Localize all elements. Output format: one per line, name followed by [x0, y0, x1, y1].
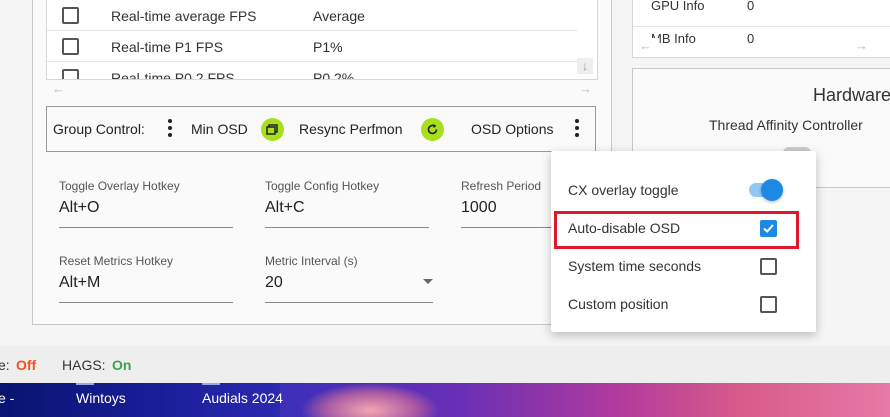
group-control-bar: Group Control: Min OSD Resync Perfmon OS… — [46, 106, 596, 152]
field-label: Toggle Overlay Hotkey — [59, 179, 180, 193]
list-item[interactable]: Real-time P1 FPS P1% — [47, 31, 577, 62]
horizontal-scrollbar[interactable]: ← → — [46, 80, 598, 98]
metric-checkbox[interactable] — [62, 69, 79, 79]
field-value[interactable]: Alt+C — [265, 199, 429, 217]
metric-name: Real-time P0.2 FPS — [111, 70, 235, 80]
resync-button[interactable] — [421, 118, 444, 141]
metric-aggregation: P0.2% — [313, 70, 355, 80]
refresh-icon — [427, 124, 438, 135]
osd-settings-panel: Real-time average FPS Average Real-time … — [32, 0, 612, 325]
mb-info-value: 0 — [747, 31, 755, 46]
min-osd-icon — [266, 124, 278, 135]
osd-options-menu-icon[interactable] — [574, 119, 580, 139]
highlight-box — [554, 211, 799, 249]
metric-name: Real-time average FPS — [111, 8, 257, 24]
metric-aggregation: Average — [313, 8, 365, 24]
field-label: Refresh Period — [461, 179, 542, 193]
gpu-info-value: 0 — [747, 0, 755, 13]
taskbar-item-1[interactable]: e - — [0, 390, 14, 406]
menu-item-label: Custom position — [568, 296, 669, 312]
scroll-right-icon[interactable]: → — [855, 38, 885, 53]
field-label: Reset Metrics Hotkey — [59, 254, 174, 268]
refresh-period-field[interactable]: Refresh Period 1000 — [461, 179, 551, 228]
metrics-list: Real-time average FPS Average Real-time … — [46, 0, 598, 80]
hardware-title: Hardware — [813, 85, 890, 105]
menu-item-label: System time seconds — [568, 258, 702, 274]
min-osd-label: Min OSD — [191, 121, 248, 137]
scroll-down-icon[interactable]: ↓ — [577, 58, 593, 74]
field-value[interactable]: Alt+M — [59, 274, 233, 292]
taskbar-item-wintoys[interactable]: Wintoys — [76, 390, 126, 406]
group-control-label: Group Control: — [53, 121, 145, 137]
metric-checkbox[interactable] — [62, 38, 79, 55]
hags-value: On — [112, 357, 132, 373]
metric-interval-select[interactable]: Metric Interval (s) 20 — [265, 254, 433, 303]
taskbar: e - Wintoys Audials 2024 — [0, 383, 890, 417]
scroll-left-icon[interactable]: ← — [52, 81, 65, 96]
resync-label: Resync Perfmon — [299, 121, 403, 137]
reset-metrics-hotkey-field[interactable]: Reset Metrics Hotkey Alt+M — [59, 254, 233, 303]
hags-label: HAGS: — [62, 357, 106, 373]
metric-checkbox[interactable] — [62, 7, 79, 24]
cx-overlay-toggle-knob[interactable] — [761, 179, 783, 201]
custom-position-checkbox[interactable] — [760, 296, 777, 313]
app-window: Real-time average FPS Average Real-time … — [0, 0, 890, 383]
system-time-seconds-checkbox[interactable] — [760, 258, 777, 275]
menu-item-label: CX overlay toggle — [568, 182, 679, 198]
list-item[interactable]: Real-time P0.2 FPS P0.2% — [47, 62, 577, 80]
metric-aggregation: P1% — [313, 39, 343, 55]
status-bar: e: Off HAGS: On — [0, 346, 890, 383]
thread-affinity-label: Thread Affinity Controller — [709, 117, 863, 133]
field-label: Metric Interval (s) — [265, 254, 358, 268]
status-prefix-label: e: — [0, 357, 10, 373]
field-label: Toggle Config Hotkey — [265, 179, 380, 193]
osd-options-menu: CX overlay toggle Auto-disable OSD Syste… — [551, 151, 816, 332]
toggle-overlay-hotkey-field[interactable]: Toggle Overlay Hotkey Alt+O — [59, 179, 233, 228]
status-prefix-value: Off — [16, 357, 37, 373]
scroll-left-icon[interactable]: ← — [639, 38, 659, 53]
gpu-info-label: GPU Info — [651, 0, 705, 13]
info-list: GPU Info 0 MB Info 0 ← → — [632, 0, 890, 58]
field-value[interactable]: 1000 — [461, 199, 551, 217]
metric-name: Real-time P1 FPS — [111, 39, 224, 55]
osd-options-label: OSD Options — [471, 121, 554, 137]
toggle-config-hotkey-field[interactable]: Toggle Config Hotkey Alt+C — [265, 179, 429, 228]
list-item[interactable]: Real-time average FPS Average — [47, 0, 577, 31]
min-osd-button[interactable] — [261, 118, 284, 141]
more-vert-icon[interactable] — [167, 119, 173, 139]
field-value[interactable]: 20 — [265, 274, 433, 292]
list-item: MB Info 0 — [633, 26, 890, 46]
dropdown-arrow-icon[interactable] — [423, 279, 433, 284]
taskbar-item-audials[interactable]: Audials 2024 — [202, 390, 283, 406]
field-value[interactable]: Alt+O — [59, 199, 233, 217]
scroll-right-icon[interactable]: → — [579, 81, 592, 96]
